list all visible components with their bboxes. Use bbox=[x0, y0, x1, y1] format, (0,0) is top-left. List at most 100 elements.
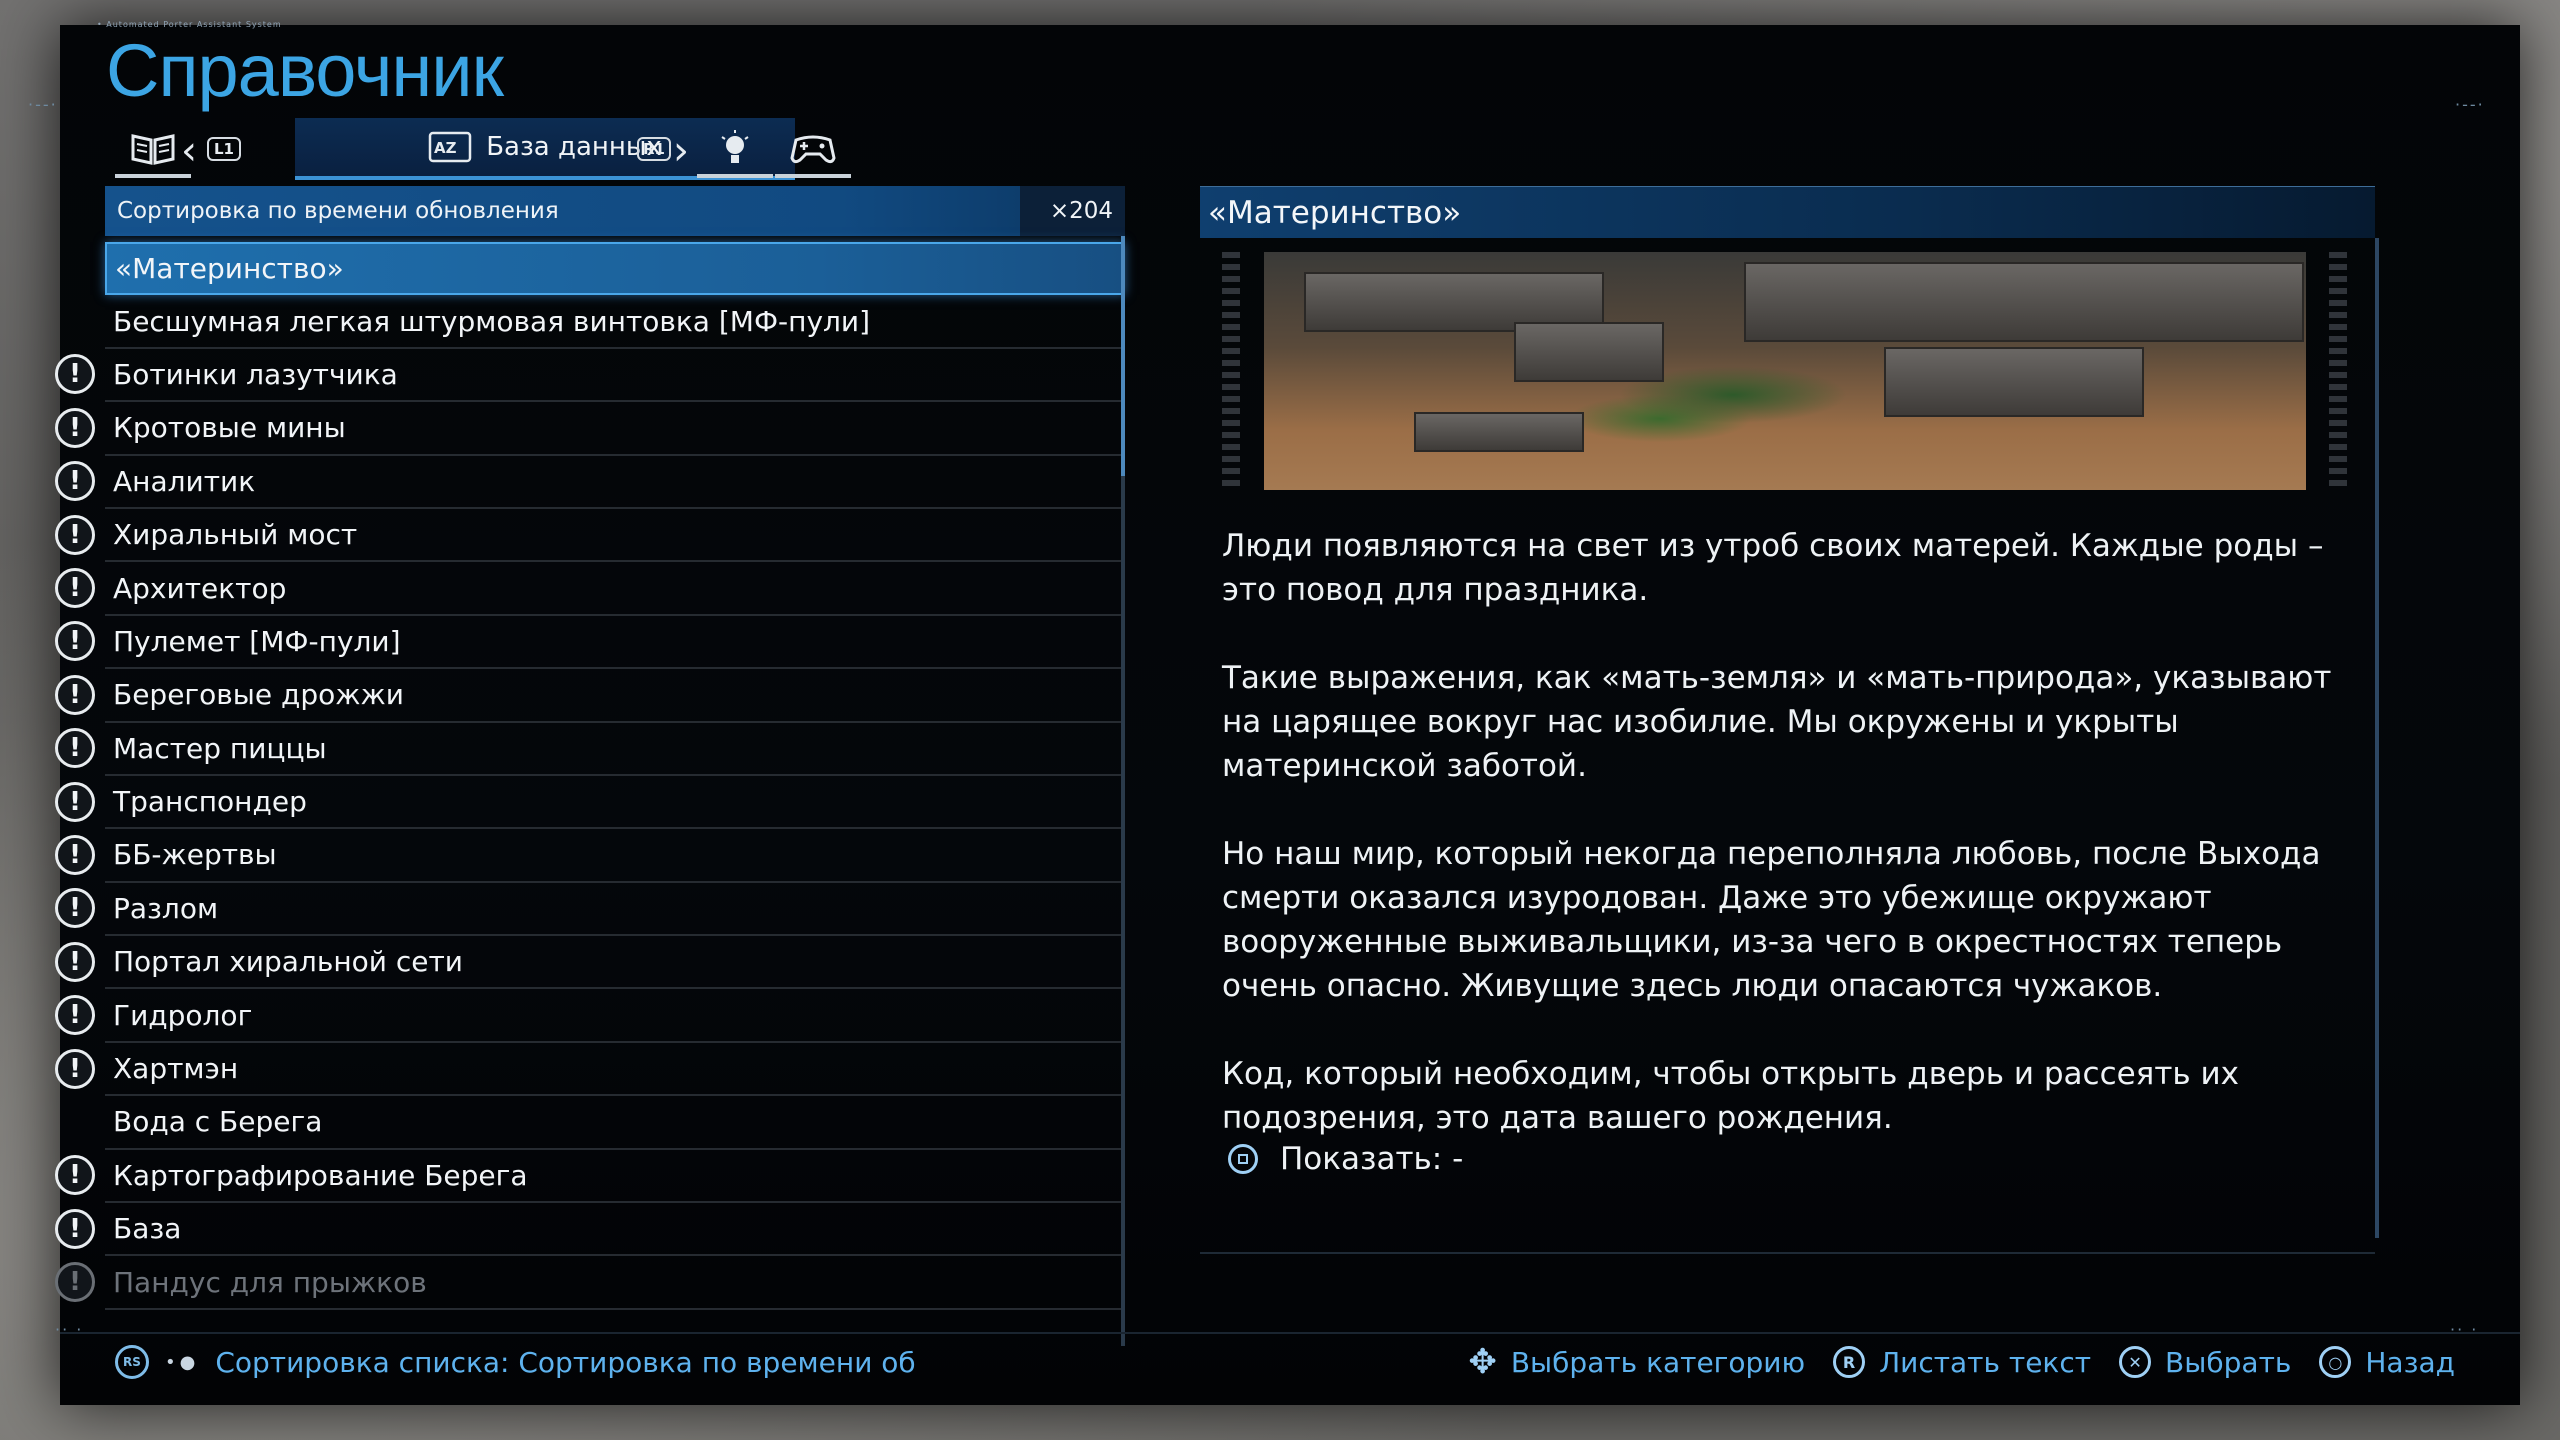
list-item[interactable]: ! Гидролог bbox=[55, 989, 1125, 1043]
entry-paragraph: Код, который необходим, чтобы открыть дв… bbox=[1222, 1056, 2240, 1136]
exclamation-icon: ! bbox=[55, 621, 95, 662]
list-item[interactable]: ! Береговые дрожжи bbox=[55, 669, 1125, 723]
list-item[interactable]: ! Кротовые мины bbox=[55, 402, 1125, 456]
list-item-label: Пулемет [МФ-пули] bbox=[113, 624, 401, 658]
tab-database-label: База данных bbox=[486, 132, 662, 162]
sort-header[interactable]: Сортировка по времени обновления bbox=[105, 186, 1020, 236]
l1-button-badge[interactable]: L1 bbox=[207, 137, 241, 161]
show-action[interactable]: Показать: - bbox=[1228, 1141, 1463, 1177]
exclamation-icon: ! bbox=[55, 781, 95, 822]
hint-select[interactable]: Выбрать bbox=[2165, 1346, 2291, 1379]
list-item[interactable]: ! Разлом bbox=[55, 883, 1125, 937]
dpad-icon: ✥ bbox=[1468, 1342, 1497, 1382]
list-scrollbar-thumb[interactable] bbox=[1121, 236, 1125, 476]
hint-scroll-text[interactable]: Листать текст bbox=[1879, 1346, 2091, 1379]
exclamation-icon: ! bbox=[55, 1048, 95, 1089]
tab-manual[interactable] bbox=[115, 124, 191, 178]
list-item[interactable]: ! База bbox=[55, 1203, 1125, 1257]
list-item[interactable]: ! Пулемет [МФ-пули] bbox=[55, 616, 1125, 670]
corner-marker-right: ·‑‑· bbox=[2455, 95, 2485, 114]
entry-list: «Материнство» Бесшумная легкая штурмовая… bbox=[55, 242, 1127, 1310]
list-item-label: Разлом bbox=[113, 891, 219, 925]
list-item[interactable]: Вода с Берега bbox=[105, 1096, 1125, 1150]
circle-button-icon: ○ bbox=[2319, 1346, 2352, 1378]
cross-button-icon: ✕ bbox=[2119, 1346, 2152, 1378]
corner-marker-bottom-right: ·· · bbox=[2450, 1320, 2479, 1339]
footer-divider bbox=[60, 1332, 2520, 1334]
list-item[interactable]: ! ББ-жертвы bbox=[55, 829, 1125, 883]
entry-count: ×204 bbox=[1020, 186, 1125, 236]
tab-tips[interactable] bbox=[697, 124, 773, 178]
entry-paragraph: Но наш мир, который некогда переполняла … bbox=[1222, 836, 2321, 1004]
detail-scrollbar[interactable] bbox=[2375, 238, 2379, 1238]
exclamation-icon: ! bbox=[55, 1262, 95, 1303]
exclamation-icon: ! bbox=[55, 1208, 95, 1249]
list-item-selected[interactable]: «Материнство» bbox=[105, 242, 1125, 296]
list-item[interactable]: ! Архитектор bbox=[55, 562, 1125, 616]
exclamation-icon: ! bbox=[55, 888, 95, 929]
list-item-label: Картографирование Берега bbox=[113, 1158, 528, 1192]
list-item-label: Хиральный мост bbox=[113, 518, 358, 552]
exclamation-icon: ! bbox=[55, 407, 95, 448]
chevron-left-icon[interactable]: ‹ bbox=[181, 128, 197, 174]
entry-detail-panel: «Материнство» Люди появляются на свет из… bbox=[1200, 186, 2379, 1256]
category-tabs: ‹ L1 AZ База данных R1 › bbox=[115, 118, 855, 184]
list-item-label: Гидролог bbox=[113, 998, 253, 1032]
entry-paragraph: Такие выражения, как «мать-земля» и «мат… bbox=[1222, 660, 2332, 784]
list-item-label: Архитектор bbox=[113, 571, 287, 605]
open-book-icon bbox=[131, 134, 175, 165]
entry-body: Люди появляются на свет из утроб своих м… bbox=[1222, 524, 2352, 1140]
hint-back[interactable]: Назад bbox=[2365, 1346, 2455, 1379]
list-item-label: Портал хиральной сети bbox=[113, 945, 463, 979]
exclamation-icon: ! bbox=[55, 995, 95, 1036]
list-item-label: Аналитик bbox=[113, 464, 256, 498]
lightbulb-icon bbox=[721, 130, 749, 163]
list-item-label: Ботинки лазутчика bbox=[113, 357, 398, 391]
exclamation-icon: ! bbox=[55, 461, 95, 502]
footer-sort-control[interactable]: RS •● Сортировка списка: Сортировка по в… bbox=[115, 1340, 916, 1384]
list-item[interactable]: ! Аналитик bbox=[55, 456, 1125, 509]
list-item[interactable]: ! Хиральный мост bbox=[55, 509, 1125, 563]
ruin-building bbox=[1514, 322, 1664, 382]
svg-text:AZ: AZ bbox=[434, 139, 457, 157]
page-title: Справочник bbox=[106, 29, 504, 112]
list-item-label: Мастер пиццы bbox=[113, 731, 327, 765]
entry-image bbox=[1264, 252, 2306, 490]
ruin-building bbox=[1414, 412, 1584, 452]
exclamation-icon: ! bbox=[55, 834, 95, 875]
square-button-icon bbox=[1228, 1144, 1258, 1174]
list-item[interactable]: ! Транспондер bbox=[55, 776, 1125, 830]
chevron-right-icon[interactable]: › bbox=[673, 128, 689, 174]
list-item-label: Береговые дрожжи bbox=[113, 678, 404, 712]
corner-marker-left: ·‑‑· bbox=[28, 95, 58, 114]
exclamation-icon: ! bbox=[55, 354, 95, 395]
list-item-label: Пандус для прыжков bbox=[113, 1265, 427, 1299]
tab-controls[interactable] bbox=[775, 124, 851, 178]
list-item[interactable]: ! Картографирование Берега bbox=[55, 1150, 1125, 1204]
footer-sort-text: Сортировка списка: Сортировка по времени… bbox=[215, 1345, 916, 1379]
button-hints: ✥ Выбрать категорию R Листать текст ✕ Вы… bbox=[1468, 1340, 2455, 1384]
controller-icon bbox=[790, 135, 836, 164]
hint-select-category[interactable]: Выбрать категорию bbox=[1511, 1346, 1805, 1379]
list-item-label: База bbox=[113, 1212, 182, 1246]
ruin-building bbox=[1744, 262, 2304, 342]
list-item[interactable]: ! Портал хиральной сети bbox=[55, 936, 1125, 990]
list-item[interactable]: ! Хартмэн bbox=[55, 1043, 1125, 1097]
entry-paragraph: Люди появляются на свет из утроб своих м… bbox=[1222, 528, 2324, 608]
list-item-label: Бесшумная легкая штурмовая винтовка [МФ-… bbox=[113, 304, 871, 338]
list-item-label: ББ-жертвы bbox=[113, 838, 277, 872]
exclamation-icon: ! bbox=[55, 568, 95, 609]
list-item[interactable]: ! Ботинки лазутчика bbox=[55, 349, 1125, 403]
list-item[interactable]: Бесшумная легкая штурмовая винтовка [МФ-… bbox=[105, 295, 1125, 349]
r1-button-badge[interactable]: R1 bbox=[637, 137, 671, 161]
exclamation-icon: ! bbox=[55, 674, 95, 715]
list-item-label: Кротовые мины bbox=[113, 411, 346, 445]
database-list-panel: Сортировка по времени обновления ×204 «М… bbox=[55, 186, 1125, 1346]
exclamation-icon: ! bbox=[55, 1155, 95, 1196]
detail-title: «Материнство» bbox=[1200, 186, 2375, 238]
list-item[interactable]: ! Мастер пиццы bbox=[55, 723, 1125, 776]
list-item-label: Вода с Берега bbox=[113, 1105, 323, 1139]
list-item[interactable]: ! Пандус для прыжков bbox=[55, 1256, 1125, 1310]
entry-image-frame bbox=[1222, 252, 2347, 490]
sort-label: Сортировка по времени обновления bbox=[117, 198, 559, 224]
